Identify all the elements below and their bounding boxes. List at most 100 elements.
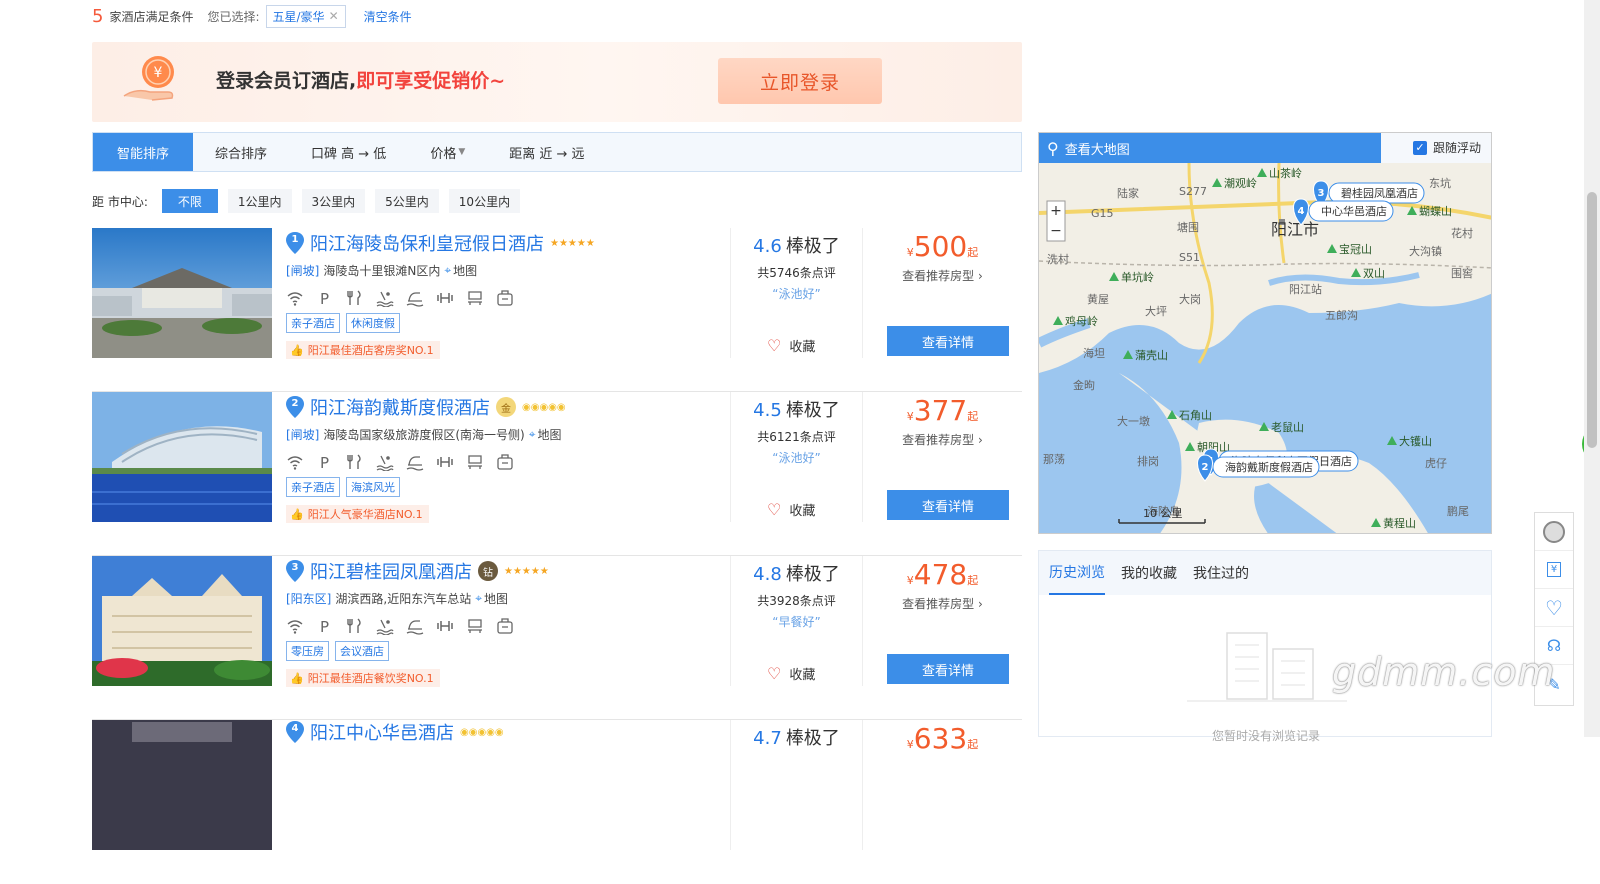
distance-option-1km[interactable]: 1公里内	[227, 189, 292, 213]
score-word: 棒极了	[785, 564, 840, 585]
location-icon: ⌖	[444, 263, 452, 277]
chosen-filter-tag[interactable]: 五星/豪华 ✕	[265, 4, 346, 28]
review-count[interactable]: 共5746条点评	[731, 264, 862, 281]
recommended-rooms-link[interactable]: 查看推荐房型 ›	[863, 431, 1022, 448]
tab-stayed[interactable]: 我住过的	[1193, 551, 1249, 595]
star-rating-icon: ★★★★★	[550, 237, 595, 249]
hotel-area[interactable]: [闸坡]	[286, 426, 319, 443]
hotel-map-marker-label: 海韵戴斯度假酒店	[1225, 460, 1313, 474]
diamond-rating-icon: ◉◉◉◉◉	[522, 401, 566, 413]
map-place-label: 鸡母岭	[1065, 314, 1098, 328]
map-place-label: 阳江市	[1271, 220, 1319, 239]
tab-favorites[interactable]: 我的收藏	[1121, 551, 1177, 595]
favorites-button[interactable]: ♡	[1535, 589, 1573, 627]
distance-option-10km[interactable]: 10公里内	[448, 189, 521, 213]
hotel-photo[interactable]	[92, 228, 272, 358]
map-link[interactable]: ⌖ 地图	[475, 590, 508, 607]
map-place-label: 蝴蝶山	[1419, 204, 1452, 218]
banner-title-main: 登录会员订酒店,	[216, 70, 357, 92]
sort-rating[interactable]: 口碑 高 → 低	[289, 133, 408, 171]
view-details-button[interactable]: 查看详情	[887, 326, 1009, 356]
hotel-area[interactable]: [阳东区]	[286, 590, 331, 607]
tab-history[interactable]: 历史浏览	[1049, 551, 1105, 595]
map-place-label: 那荡	[1043, 453, 1065, 466]
gym-icon	[437, 621, 453, 631]
distance-filter: 距 市中心: 不限 1公里内 3公里内 5公里内 10公里内	[92, 188, 521, 214]
map-place-label: S51	[1179, 251, 1200, 264]
map-place-label: 宝冠山	[1339, 242, 1372, 256]
sort-distance[interactable]: 距离 近 → 远	[487, 133, 606, 171]
thumbs-up-icon: 👍	[290, 507, 304, 521]
sort-smart[interactable]: 智能排序	[93, 133, 193, 171]
map-place-label: 陆家	[1117, 186, 1139, 200]
map-header: ⚲ 查看大地图 ✓ 跟随浮动	[1039, 133, 1491, 163]
favorite-button[interactable]: ♡ 收藏	[767, 500, 815, 519]
hotel-name[interactable]: 阳江海陵岛保利皇冠假日酒店	[310, 230, 544, 256]
location-icon: ⌖	[475, 591, 482, 605]
map-place-label: 五郎沟	[1325, 308, 1358, 322]
wifi-icon	[287, 620, 303, 634]
hotel-name[interactable]: 阳江碧桂园凤凰酒店	[310, 558, 472, 584]
map-place-label: 老鼠山	[1271, 420, 1304, 434]
map-place-label: 大坪	[1145, 304, 1167, 318]
hotel-address: 海陵岛国家级旅游度假区(南海一号侧)	[323, 428, 525, 442]
facility-icons: P	[286, 617, 726, 635]
currency: ¥	[906, 574, 914, 587]
chevron-right-icon: ›	[978, 433, 983, 447]
clear-filters-link[interactable]: 清空条件	[364, 8, 412, 25]
review-count[interactable]: 共6121条点评	[731, 428, 862, 445]
hotel-score: 4.5	[753, 400, 782, 421]
price-column: ¥478起 查看推荐房型 › 查看详情	[862, 556, 1022, 686]
view-details-button[interactable]: 查看详情	[887, 654, 1009, 684]
caret-down-icon: ▼	[458, 147, 466, 157]
hotel-photo[interactable]	[92, 720, 272, 850]
lounge-chair-icon	[468, 291, 482, 305]
region-map[interactable]: + − 潮观岭山茶岭东坑陆家 S277 G15 塘围洗村单坑岭 S51 阳江市宝冠山 大沟镇…	[1039, 163, 1492, 534]
hotel-score: 4.6	[753, 236, 782, 257]
heart-icon: ♡	[767, 664, 782, 683]
scrollbar[interactable]	[1584, 0, 1600, 737]
view-large-map-button[interactable]: ⚲ 查看大地图	[1047, 139, 1130, 158]
review-count[interactable]: 共3928条点评	[731, 592, 862, 609]
svg-text:P: P	[320, 290, 329, 307]
award-badge: 👍 阳江人气豪华酒店NO.1	[286, 505, 429, 523]
hotel-photo[interactable]	[92, 556, 272, 686]
recommended-rooms-link[interactable]: 查看推荐房型 ›	[863, 267, 1022, 284]
map-place-label: 海坦	[1083, 346, 1105, 360]
map-link[interactable]: ⌖ 地图	[529, 426, 562, 443]
hotel-name[interactable]: 阳江海韵戴斯度假酒店	[310, 394, 490, 420]
map-place-label: 石角山	[1179, 409, 1212, 422]
scrollbar-thumb[interactable]	[1587, 192, 1597, 448]
favorite-button[interactable]: ♡ 收藏	[767, 664, 815, 683]
map-link[interactable]: ⌖ 地图	[444, 262, 477, 279]
hotel-photo[interactable]	[92, 392, 272, 522]
hotel-area[interactable]: [闸坡]	[286, 262, 319, 279]
login-promo-banner: ¥ 登录会员订酒店,即可享受促销价~ 立即登录	[92, 42, 1022, 122]
chosen-filter-label: 五星/豪华	[272, 9, 325, 24]
heart-icon: ♡	[767, 500, 782, 519]
hotel-card: 4 阳江中心华邑酒店 ◉◉◉◉◉ 4.7 棒极了 ¥633起	[92, 720, 1022, 884]
restaurant-icon	[347, 618, 361, 633]
map-place-label: G15	[1091, 207, 1114, 220]
hotel-name[interactable]: 阳江中心华邑酒店	[310, 719, 454, 745]
coupon-button[interactable]: ¥	[1535, 551, 1573, 589]
distance-option-3km[interactable]: 3公里内	[301, 189, 366, 213]
remove-filter-icon[interactable]: ✕	[329, 9, 339, 23]
avatar-button[interactable]	[1535, 513, 1573, 551]
score-column: 4.7 棒极了	[730, 720, 862, 850]
favorite-button[interactable]: ♡ 收藏	[767, 336, 815, 355]
recommended-rooms-link[interactable]: 查看推荐房型 ›	[863, 595, 1022, 612]
award-badge: 👍 阳江最佳酒店客房奖NO.1	[286, 341, 440, 359]
distance-option-5km[interactable]: 5公里内	[375, 189, 439, 213]
view-details-button[interactable]: 查看详情	[887, 490, 1009, 520]
distance-option-any[interactable]: 不限	[161, 189, 218, 213]
map-place-label: 大沟镇	[1409, 244, 1442, 258]
follow-float-checkbox[interactable]: ✓ 跟随浮动	[1412, 139, 1481, 156]
sort-overall[interactable]: 综合排序	[193, 133, 289, 171]
map-place-label: 虎仔	[1425, 457, 1447, 470]
sort-price-label: 价格	[430, 146, 457, 162]
map-place-label: 塘围	[1177, 220, 1199, 234]
login-button[interactable]: 立即登录	[718, 58, 882, 104]
map-place-label: 潮观岭	[1224, 176, 1257, 190]
sort-price[interactable]: 价格 ▼	[408, 133, 487, 171]
